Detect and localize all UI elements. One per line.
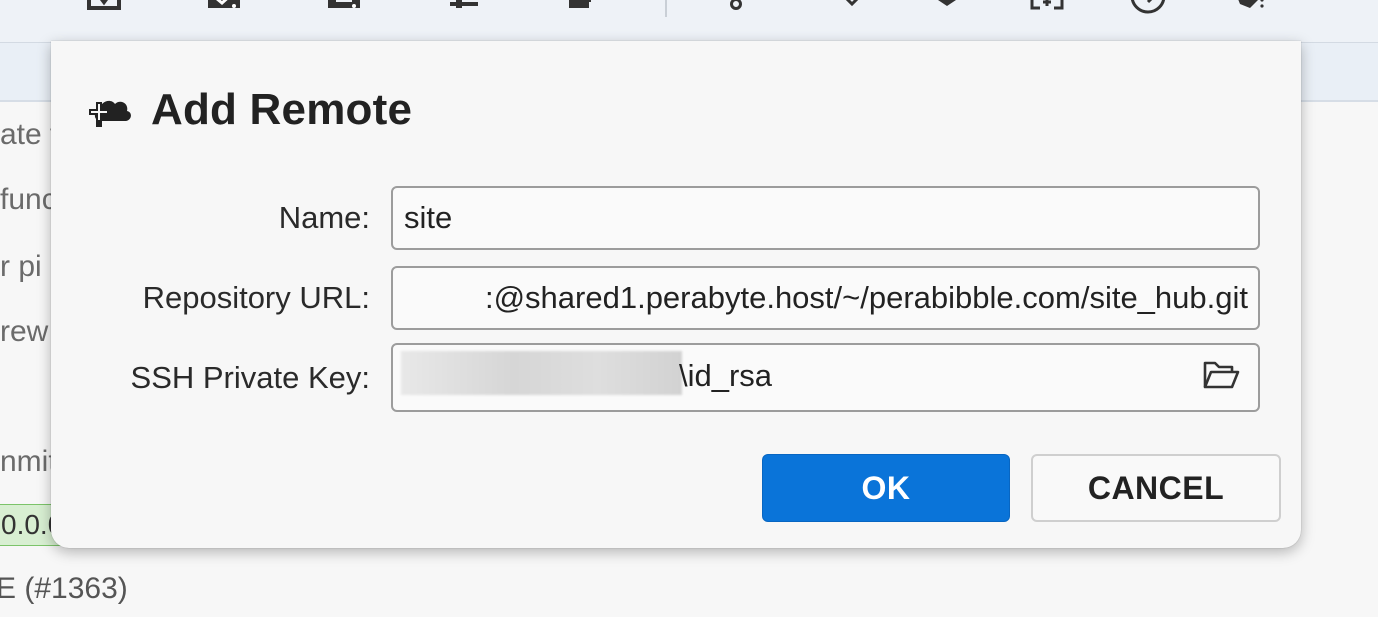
ssh-key-value: \id_rsa — [679, 358, 773, 393]
sliders-icon[interactable] — [446, 0, 482, 16]
background-line: nmit — [0, 445, 57, 478]
merge-icon[interactable] — [834, 0, 870, 16]
repository-url-label: Repository URL: — [142, 280, 370, 315]
repository-url-value: :@shared1.perabyte.host/~/perabibble.com… — [484, 280, 1248, 315]
inbox-more-icon[interactable] — [326, 0, 362, 16]
tag-icon[interactable] — [1232, 0, 1268, 16]
screenshot-icon[interactable] — [1029, 0, 1065, 16]
clock-icon[interactable] — [1130, 0, 1166, 16]
branch-icon[interactable] — [718, 0, 754, 16]
background-line: r pi — [0, 250, 42, 283]
toolbar-separator — [665, 0, 667, 17]
cancel-button[interactable]: CANCEL — [1031, 454, 1281, 522]
ssh-key-label: SSH Private Key: — [130, 360, 370, 395]
add-remote-dialog: Add Remote Name: site Repository URL: :@… — [51, 41, 1301, 548]
background-line: func — [0, 183, 57, 216]
background-line: ate f — [0, 118, 59, 151]
document-stack-icon[interactable] — [563, 0, 599, 16]
folder-open-icon[interactable] — [1202, 359, 1240, 391]
ok-button[interactable]: OK — [762, 454, 1010, 522]
name-input-value: site — [404, 200, 453, 235]
inbox-check-icon[interactable] — [206, 0, 242, 16]
stash-icon[interactable] — [929, 0, 965, 16]
download-icon[interactable] — [86, 0, 122, 16]
ssh-key-input[interactable]: \id_rsa — [391, 343, 1260, 412]
repository-url-input[interactable]: :@shared1.perabyte.host/~/perabibble.com… — [391, 266, 1260, 330]
main-toolbar — [0, 0, 1378, 43]
cloud-add-icon — [89, 91, 133, 127]
background-line: rew — [0, 315, 49, 348]
dialog-title: Add Remote — [151, 85, 413, 134]
redacted-path — [401, 351, 682, 395]
name-input[interactable]: site — [391, 186, 1260, 250]
name-label: Name: — [278, 200, 370, 235]
background-line: E (#1363) — [0, 572, 128, 605]
